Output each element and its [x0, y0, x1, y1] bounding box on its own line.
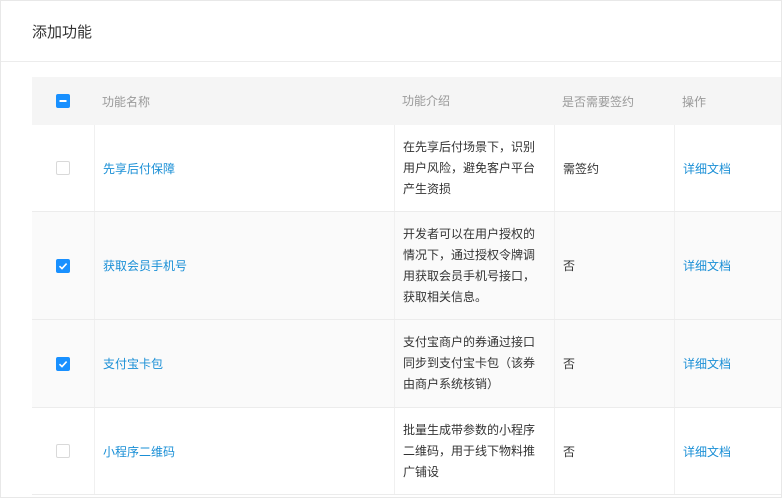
op-cell: 详细文档: [674, 125, 781, 211]
sign-cell: 需签约: [554, 125, 674, 211]
table-row: 先享后付保障 在先享后付场景下，识别用户风险，避免客户平台产生资损 需签约 详细…: [32, 125, 781, 212]
op-cell: 详细文档: [674, 408, 781, 494]
select-all-cell: [32, 77, 94, 125]
header-desc: 功能介绍: [402, 93, 451, 108]
doc-link[interactable]: 详细文档: [683, 355, 731, 372]
add-feature-panel: 添加功能 功能名称 功能介绍 是否需要签约 操作 先享后付保障 在先享后付场景下…: [0, 0, 782, 498]
row-checkbox[interactable]: [56, 161, 70, 175]
row-checkbox-cell: [32, 212, 94, 319]
row-checkbox-cell: [32, 320, 94, 407]
op-cell: 详细文档: [674, 320, 781, 407]
feature-table: 功能名称 功能介绍 是否需要签约 操作 先享后付保障 在先享后付场景下，识别用户…: [32, 77, 781, 495]
table-row: 支付宝卡包 支付宝商户的券通过接口同步到支付宝卡包（该券由商户系统核销） 否 详…: [32, 320, 781, 408]
minus-icon: [59, 100, 67, 102]
op-cell: 详细文档: [674, 212, 781, 319]
desc-cell: 在先享后付场景下，识别用户风险，避免客户平台产生资损: [394, 125, 554, 211]
doc-link[interactable]: 详细文档: [683, 257, 731, 274]
sign-cell: 否: [554, 408, 674, 494]
feature-name-link[interactable]: 先享后付保障: [103, 160, 175, 177]
table-row: 小程序二维码 批量生成带参数的小程序二维码，用于线下物料推广铺设 否 详细文档: [32, 408, 781, 495]
feature-name-link[interactable]: 支付宝卡包: [103, 355, 163, 372]
doc-link[interactable]: 详细文档: [683, 160, 731, 177]
row-checkbox[interactable]: [56, 356, 70, 371]
name-cell: 支付宝卡包: [94, 320, 394, 407]
panel-header: 添加功能: [1, 1, 781, 62]
name-cell: 获取会员手机号: [94, 212, 394, 319]
sign-cell: 否: [554, 320, 674, 407]
select-all-checkbox[interactable]: [56, 94, 70, 108]
row-checkbox[interactable]: [56, 258, 70, 273]
name-cell: 小程序二维码: [94, 408, 394, 494]
doc-link[interactable]: 详细文档: [683, 443, 731, 460]
page-title: 添加功能: [32, 22, 93, 41]
desc-cell: 开发者可以在用户授权的情况下，通过授权令牌调用获取会员手机号接口，获取相关信息。: [394, 212, 554, 319]
sign-cell: 否: [554, 212, 674, 319]
desc-cell: 批量生成带参数的小程序二维码，用于线下物料推广铺设: [394, 408, 554, 494]
desc-cell: 支付宝商户的券通过接口同步到支付宝卡包（该券由商户系统核销）: [394, 320, 554, 407]
check-icon: [58, 360, 68, 368]
row-checkbox-cell: [32, 125, 94, 211]
table-row: 获取会员手机号 开发者可以在用户授权的情况下，通过授权令牌调用获取会员手机号接口…: [32, 212, 781, 320]
header-sign: 是否需要签约: [562, 94, 635, 109]
row-checkbox-cell: [32, 408, 94, 494]
header-op: 操作: [682, 94, 707, 109]
header-name: 功能名称: [102, 94, 151, 109]
table-header-row: 功能名称 功能介绍 是否需要签约 操作: [32, 77, 781, 125]
feature-name-link[interactable]: 获取会员手机号: [103, 257, 187, 274]
check-icon: [58, 262, 68, 270]
row-checkbox[interactable]: [56, 444, 70, 458]
name-cell: 先享后付保障: [94, 125, 394, 211]
feature-name-link[interactable]: 小程序二维码: [103, 443, 175, 460]
